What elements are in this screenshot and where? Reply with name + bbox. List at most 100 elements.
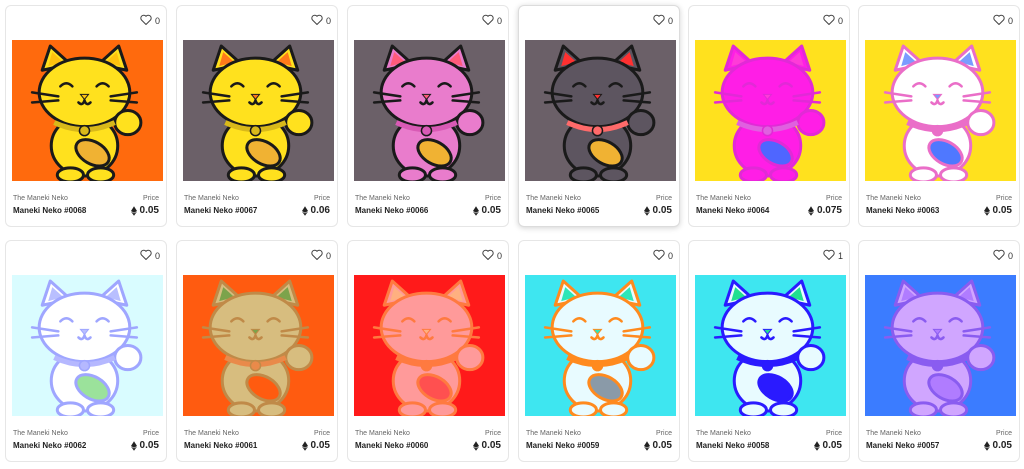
favorite-count: 0 [667, 250, 673, 261]
ethereum-icon [472, 205, 479, 216]
nft-name[interactable]: Maneki Neko #0065 [526, 206, 599, 215]
nft-card-0064[interactable]: 0 The Maneki Neko Maneki Neko #0064 Pric… [688, 5, 850, 227]
favorite-count: 0 [154, 250, 160, 261]
heart-icon[interactable] [823, 249, 835, 262]
ethereum-icon [813, 440, 820, 451]
price-value: 0.05 [301, 440, 330, 451]
price-value: 0.05 [983, 205, 1012, 216]
collection-name[interactable]: The Maneki Neko [696, 430, 751, 437]
favorite-button[interactable]: 0 [823, 14, 843, 27]
favorite-button[interactable]: 0 [140, 249, 160, 262]
favorite-button[interactable]: 1 [823, 249, 843, 262]
collection-name[interactable]: The Maneki Neko [696, 195, 751, 202]
price-value: 0.05 [643, 205, 672, 216]
nft-card-0066[interactable]: 0 The Maneki Neko Maneki Neko #0066 Pric… [347, 5, 509, 227]
price-label: Price [996, 430, 1012, 437]
nft-name[interactable]: Maneki Neko #0067 [184, 206, 257, 215]
nft-card-0062[interactable]: 0 The Maneki Neko Maneki Neko #0062 Pric… [5, 240, 167, 462]
nft-card-0065[interactable]: 0 The Maneki Neko Maneki Neko #0065 Pric… [518, 5, 680, 227]
nft-name[interactable]: Maneki Neko #0064 [696, 206, 769, 215]
ethereum-icon [643, 440, 650, 451]
nft-image[interactable] [12, 275, 163, 416]
nft-card-0059[interactable]: 0 The Maneki Neko Maneki Neko #0059 Pric… [518, 240, 680, 462]
collection-name[interactable]: The Maneki Neko [184, 195, 239, 202]
nft-name[interactable]: Maneki Neko #0062 [13, 441, 86, 450]
nft-name[interactable]: Maneki Neko #0060 [355, 441, 428, 450]
price-label: Price [485, 430, 501, 437]
favorite-button[interactable]: 0 [482, 14, 502, 27]
ethereum-icon [983, 440, 990, 451]
favorite-button[interactable]: 0 [653, 249, 673, 262]
heart-icon[interactable] [653, 249, 665, 262]
nft-card-0060[interactable]: 0 The Maneki Neko Maneki Neko #0060 Pric… [347, 240, 509, 462]
nft-image[interactable] [865, 275, 1016, 416]
nft-name[interactable]: Maneki Neko #0059 [526, 441, 599, 450]
heart-icon[interactable] [140, 14, 152, 27]
nft-card-0067[interactable]: 0 The Maneki Neko Maneki Neko #0067 Pric… [176, 5, 338, 227]
ethereum-icon [301, 440, 308, 451]
nft-image[interactable] [183, 40, 334, 181]
price-label: Price [826, 430, 842, 437]
collection-name[interactable]: The Maneki Neko [355, 195, 410, 202]
nft-image[interactable] [525, 275, 676, 416]
favorite-button[interactable]: 0 [311, 249, 331, 262]
nft-card-0057[interactable]: 0 The Maneki Neko Maneki Neko #0057 Pric… [858, 240, 1020, 462]
heart-icon[interactable] [993, 249, 1005, 262]
price-label: Price [656, 430, 672, 437]
nft-name[interactable]: Maneki Neko #0066 [355, 206, 428, 215]
nft-card-0068[interactable]: 0 The Maneki Neko Maneki Neko #0068 Pric… [5, 5, 167, 227]
nft-image[interactable] [354, 40, 505, 181]
nft-name[interactable]: Maneki Neko #0058 [696, 441, 769, 450]
favorite-button[interactable]: 0 [311, 14, 331, 27]
price-label: Price [143, 430, 159, 437]
ethereum-icon [643, 205, 650, 216]
nft-image[interactable] [12, 40, 163, 181]
heart-icon[interactable] [653, 14, 665, 27]
favorite-count: 0 [496, 15, 502, 26]
favorite-button[interactable]: 0 [140, 14, 160, 27]
ethereum-icon [983, 205, 990, 216]
collection-name[interactable]: The Maneki Neko [526, 430, 581, 437]
nft-image[interactable] [183, 275, 334, 416]
collection-name[interactable]: The Maneki Neko [355, 430, 410, 437]
price-value: 0.05 [130, 440, 159, 451]
favorite-button[interactable]: 0 [482, 249, 502, 262]
favorite-count: 0 [667, 15, 673, 26]
nft-name[interactable]: Maneki Neko #0061 [184, 441, 257, 450]
heart-icon[interactable] [482, 14, 494, 27]
price-label: Price [143, 195, 159, 202]
nft-image[interactable] [865, 40, 1016, 181]
favorite-count: 0 [496, 250, 502, 261]
nft-name[interactable]: Maneki Neko #0057 [866, 441, 939, 450]
heart-icon[interactable] [311, 249, 323, 262]
price-value: 0.05 [472, 440, 501, 451]
nft-card-0061[interactable]: 0 The Maneki Neko Maneki Neko #0061 Pric… [176, 240, 338, 462]
collection-name[interactable]: The Maneki Neko [866, 430, 921, 437]
heart-icon[interactable] [993, 14, 1005, 27]
price-value: 0.05 [643, 440, 672, 451]
favorite-button[interactable]: 0 [993, 249, 1013, 262]
heart-icon[interactable] [823, 14, 835, 27]
heart-icon[interactable] [311, 14, 323, 27]
collection-name[interactable]: The Maneki Neko [13, 430, 68, 437]
nft-image[interactable] [695, 275, 846, 416]
nft-name[interactable]: Maneki Neko #0063 [866, 206, 939, 215]
collection-name[interactable]: The Maneki Neko [526, 195, 581, 202]
favorite-button[interactable]: 0 [653, 14, 673, 27]
nft-card-0063[interactable]: 0 The Maneki Neko Maneki Neko #0063 Pric… [858, 5, 1020, 227]
collection-name[interactable]: The Maneki Neko [13, 195, 68, 202]
nft-card-0058[interactable]: 1 The Maneki Neko Maneki Neko #0058 Pric… [688, 240, 850, 462]
nft-name[interactable]: Maneki Neko #0068 [13, 206, 86, 215]
nft-image[interactable] [525, 40, 676, 181]
price-label: Price [314, 195, 330, 202]
price-label: Price [314, 430, 330, 437]
heart-icon[interactable] [140, 249, 152, 262]
collection-name[interactable]: The Maneki Neko [184, 430, 239, 437]
favorite-count: 0 [1007, 250, 1013, 261]
nft-image[interactable] [354, 275, 505, 416]
collection-name[interactable]: The Maneki Neko [866, 195, 921, 202]
favorite-button[interactable]: 0 [993, 14, 1013, 27]
nft-image[interactable] [695, 40, 846, 181]
heart-icon[interactable] [482, 249, 494, 262]
price-label: Price [656, 195, 672, 202]
